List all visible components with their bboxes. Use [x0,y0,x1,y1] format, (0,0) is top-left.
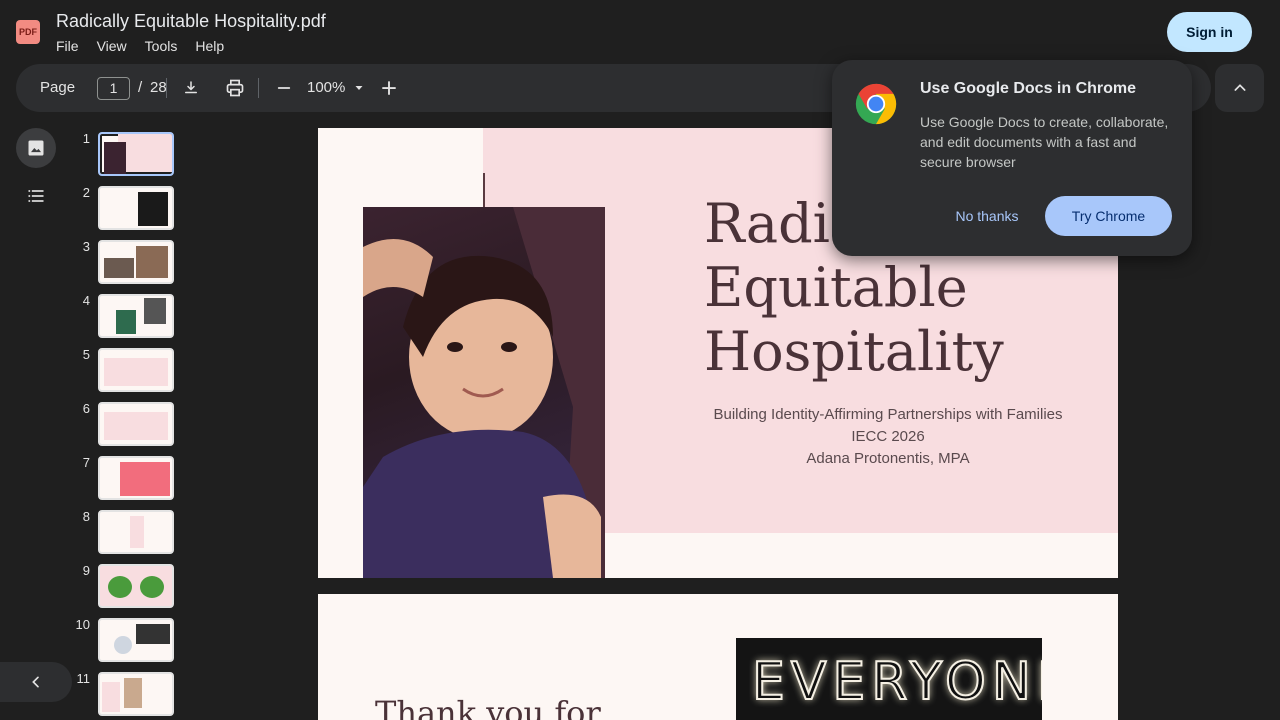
download-icon[interactable] [179,76,203,100]
thumbnail-number: 11 [76,671,91,686]
pdf-file-icon: PDF [16,20,40,44]
menu-bar: File View Tools Help [56,38,224,54]
toolbar-divider [166,78,167,98]
thumbnail-page-10[interactable] [98,618,174,662]
thumbnails-view-button[interactable] [16,128,56,168]
slide-title-line: Hospitality [704,320,1004,383]
thumbnail-page-4[interactable] [98,294,174,338]
promo-body: Use Google Docs to create, collaborate, … [920,114,1169,170]
page-number-input[interactable]: 1 [97,77,130,100]
neon-sign-photo: EVERYONE [736,638,1042,720]
thumbnail-page-2[interactable] [98,186,174,230]
slide-title: Thank you for [375,694,601,720]
slide-author-line: Adana Protonentis, MPA [806,450,970,467]
zoom-out-icon[interactable] [272,76,296,100]
list-icon [28,190,44,202]
slide-subtitle-line: Building Identity-Affirming Partnerships… [713,406,1063,423]
slide-subtitle: Building Identity-Affirming Partnerships… [688,404,1088,470]
thumbnail-number: 4 [82,293,90,308]
print-icon[interactable] [223,76,247,100]
menu-file[interactable]: File [56,38,79,54]
page-separator: / [138,79,143,96]
menu-help[interactable]: Help [195,38,224,54]
thumbnail-page-6[interactable] [98,402,174,446]
thumbnail-page-11[interactable] [98,672,174,716]
thumbnail-number: 6 [82,401,90,416]
title-bar: PDF Radically Equitable Hospitality.pdf … [0,0,1280,64]
thumbnail-page-8[interactable] [98,510,174,554]
thumbnail-number: 2 [82,185,90,200]
thumbnail-number: 8 [82,509,90,524]
thumbnail-number: 3 [82,239,90,254]
thumbnail-page-5[interactable] [98,348,174,392]
thumbnail-page-7[interactable] [98,456,174,500]
menu-tools[interactable]: Tools [145,38,178,54]
thumbnail-number: 1 [82,131,90,146]
thumbnail-number: 9 [82,563,90,578]
pdf-viewer-app: PDF Radically Equitable Hospitality.pdf … [0,0,1280,720]
child-photo [363,207,605,578]
thumbnail-number: 5 [82,347,90,362]
document-title: Radically Equitable Hospitality.pdf [56,11,326,31]
no-thanks-button[interactable]: No thanks [940,196,1034,236]
chevron-left-icon [32,676,39,688]
image-icon [28,140,44,156]
thumbnail-number: 7 [82,455,90,470]
chrome-promo-dialog: Use Google Docs in Chrome Use Google Doc… [832,60,1192,256]
outline-view-button[interactable] [16,176,56,216]
menu-view[interactable]: View [97,38,127,54]
thumbnail-page-9[interactable] [98,564,174,608]
total-pages: 28 [150,79,167,96]
slide-title-line: Equitable [704,256,968,319]
pdf-page-2: Thank you for EVERYONE [318,594,1118,720]
zoom-level[interactable]: 100% [307,79,345,96]
promo-title: Use Google Docs in Chrome [920,80,1137,97]
chrome-logo-icon [855,83,897,125]
chevron-up-icon [1234,84,1245,91]
thumbnail-number: 10 [75,617,90,632]
neon-sign-text: EVERYONE [751,651,1042,713]
try-chrome-button[interactable]: Try Chrome [1045,196,1172,236]
thumbnail-page-1[interactable] [98,132,174,176]
toolbar-divider [258,78,259,98]
thumbnail-page-3[interactable] [98,240,174,284]
collapse-toolbar-button[interactable] [1215,64,1264,112]
slide-event-line: IECC 2026 [851,428,925,445]
chevron-down-icon[interactable] [347,76,371,100]
sign-in-button[interactable]: Sign in [1167,12,1252,52]
page-label: Page [40,79,76,96]
zoom-in-icon[interactable] [377,76,401,100]
